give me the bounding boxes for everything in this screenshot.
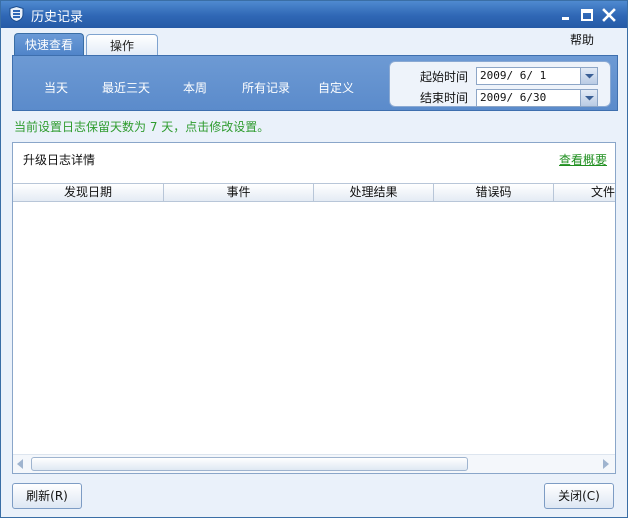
end-time-label: 结束时间 — [420, 91, 469, 105]
column-header-result[interactable]: 处理结果 — [314, 184, 434, 202]
end-date-picker[interactable]: 2009/ 6/30 — [476, 89, 598, 107]
quick-view-bar: 当天 最近三天 本周 所有记录 自定义 起始时间 2009/ 6/ 1 结束时间… — [12, 55, 618, 111]
table-header: 发现日期 事件 处理结果 错误码 文件 — [13, 183, 615, 202]
start-date-picker[interactable]: 2009/ 6/ 1 — [476, 67, 598, 85]
start-time-label: 起始时间 — [420, 70, 469, 84]
maximize-icon[interactable] — [580, 8, 594, 22]
end-date-value: 2009/ 6/30 — [480, 91, 547, 104]
window-title: 历史记录 — [31, 10, 84, 25]
chevron-down-icon — [585, 96, 594, 101]
log-panel: 升级日志详情 查看概要 发现日期 事件 处理结果 错误码 文件 — [12, 142, 616, 474]
tab-quick-view[interactable]: 快速查看 — [14, 33, 84, 57]
range-this-week[interactable]: 本周 — [183, 79, 207, 96]
chevron-down-icon — [585, 74, 594, 79]
minimize-icon[interactable] — [559, 8, 573, 22]
column-header-error-code[interactable]: 错误码 — [434, 184, 554, 202]
column-header-event[interactable]: 事件 — [164, 184, 314, 202]
history-window: 历史记录 帮助 快速查看 操作 当天 最近三天 本周 所有记录 自定义 起始时间… — [0, 0, 628, 518]
scrollbar-thumb[interactable] — [31, 457, 468, 471]
scroll-right-icon[interactable] — [603, 459, 609, 469]
title-bar[interactable]: 历史记录 — [1, 1, 627, 28]
help-menu[interactable]: 帮助 — [570, 31, 594, 48]
range-today[interactable]: 当天 — [44, 79, 68, 96]
retention-notice-link[interactable]: 当前设置日志保留天数为 7 天，点击修改设置。 — [14, 118, 269, 135]
view-summary-link[interactable]: 查看概要 — [559, 151, 607, 168]
column-header-file[interactable]: 文件 — [554, 184, 615, 202]
range-custom[interactable]: 自定义 — [318, 79, 354, 96]
start-date-value: 2009/ 6/ 1 — [480, 69, 547, 82]
panel-title: 升级日志详情 — [23, 153, 96, 167]
range-last-three-days[interactable]: 最近三天 — [102, 79, 150, 96]
column-header-found-date[interactable]: 发现日期 — [13, 184, 164, 202]
close-icon[interactable] — [602, 8, 616, 22]
date-range-box: 起始时间 2009/ 6/ 1 结束时间 2009/ 6/30 — [389, 61, 611, 107]
scroll-left-icon[interactable] — [17, 459, 23, 469]
horizontal-scrollbar[interactable] — [13, 454, 615, 473]
start-date-dropdown[interactable] — [580, 68, 597, 84]
refresh-button[interactable]: 刷新(R) — [12, 483, 82, 509]
app-shield-icon — [9, 6, 24, 22]
range-all-records[interactable]: 所有记录 — [242, 79, 290, 96]
close-button[interactable]: 关闭(C) — [544, 483, 614, 509]
end-date-dropdown[interactable] — [580, 90, 597, 106]
